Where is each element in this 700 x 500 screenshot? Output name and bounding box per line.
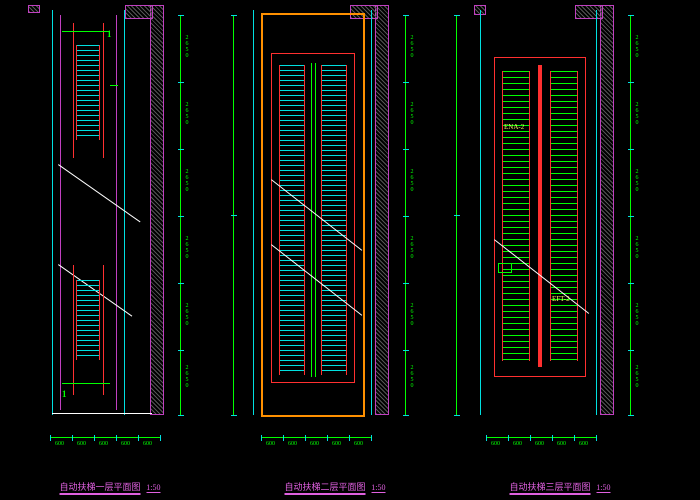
dim-label: 600	[535, 441, 544, 447]
dimension-row-bottom	[261, 437, 371, 457]
wall-left-stub	[28, 5, 40, 13]
wall-outer-right	[600, 5, 614, 415]
center-rail	[315, 63, 316, 377]
dim-label: 600	[77, 441, 86, 447]
section-line	[62, 383, 110, 384]
escalator-treads-upper	[76, 45, 100, 140]
section-line	[110, 85, 118, 86]
guideline	[253, 10, 254, 415]
dim-label: 2650	[409, 35, 415, 59]
dim-label: 2650	[184, 303, 190, 327]
escalator-treads-left	[279, 65, 305, 375]
dim-label: 2650	[409, 303, 415, 327]
wall-outer-cap	[125, 5, 153, 19]
center-rail	[311, 63, 312, 377]
dim-label: 2650	[184, 35, 190, 59]
guideline	[371, 10, 372, 415]
dim-label: 2650	[184, 102, 190, 126]
dim-label: 600	[143, 441, 152, 447]
escalator-rail	[73, 23, 74, 158]
title-scale: 1:50	[146, 483, 160, 493]
dim-label: 600	[354, 441, 363, 447]
dim-label: 2650	[634, 365, 640, 389]
section-line	[62, 31, 110, 32]
shaft-edge	[60, 15, 61, 410]
dimension-column-right	[180, 15, 192, 415]
dimension-column-right	[630, 15, 642, 415]
dim-label: 600	[99, 441, 108, 447]
drawing-title: 自动扶梯二层平面图 1:50	[285, 480, 386, 493]
shaft-edge	[116, 15, 117, 410]
dim-label: 600	[288, 441, 297, 447]
dim-label: 600	[266, 441, 275, 447]
break-line	[58, 164, 140, 222]
drawing-title: 自动扶梯三层平面图 1:50	[510, 480, 611, 493]
dim-label: 2650	[409, 236, 415, 260]
dim-label: 600	[121, 441, 130, 447]
dimension-row-bottom	[486, 437, 596, 457]
wall-outer-right	[375, 5, 389, 415]
dim-label: 600	[491, 441, 500, 447]
plan-floor1: 1 1 2650 2650 2650 2650 2650 2650	[0, 5, 220, 495]
center-spine	[538, 65, 542, 367]
guideline	[480, 10, 481, 415]
escalator-rail	[103, 23, 104, 158]
dim-label: 2650	[184, 365, 190, 389]
escalator-treads-right	[550, 71, 578, 361]
guideline	[52, 10, 53, 415]
title-text: 自动扶梯三层平面图	[510, 482, 591, 495]
dim-label: 2650	[634, 35, 640, 59]
closure-line	[52, 413, 152, 414]
escalator-rail	[103, 265, 104, 395]
wall-outer-cap	[575, 5, 603, 19]
dimension-column-left	[456, 15, 468, 415]
title-scale: 1:50	[371, 483, 385, 493]
cad-viewport[interactable]: 1 1 2650 2650 2650 2650 2650 2650	[0, 0, 700, 500]
dim-label: 600	[332, 441, 341, 447]
dim-label: 600	[557, 441, 566, 447]
dim-label: 2650	[184, 236, 190, 260]
escalator-treads-left	[502, 71, 530, 361]
dim-label: 2650	[409, 102, 415, 126]
dim-label: 600	[579, 441, 588, 447]
plan-floor3: ENA-2 EFT-2 2650 2650 2650 2650 2650 265…	[450, 5, 670, 495]
guideline	[596, 10, 597, 415]
title-scale: 1:50	[596, 483, 610, 493]
equipment-label-a: ENA-2	[504, 123, 524, 131]
escalator-rail	[73, 265, 74, 395]
section-mark-bottom: 1	[62, 389, 67, 399]
dimension-row-bottom	[50, 437, 160, 457]
dimension-column-right	[405, 15, 417, 415]
wall-outer-right	[150, 5, 164, 415]
dim-label: 2650	[409, 169, 415, 193]
escalator-treads-lower	[76, 280, 100, 360]
dim-label: 2650	[184, 169, 190, 193]
title-text: 自动扶梯一层平面图	[60, 482, 141, 495]
dim-label: 2650	[634, 102, 640, 126]
dim-label: 600	[55, 441, 64, 447]
dim-label: 2650	[634, 303, 640, 327]
dim-label: 2650	[634, 169, 640, 193]
equipment-label-b: EFT-2	[552, 295, 570, 303]
dim-label: 2650	[409, 365, 415, 389]
marker-box	[498, 263, 512, 273]
plan-floor2: 2650 2650 2650 2650 2650 2650 600 600 60…	[225, 5, 445, 495]
dim-label: 600	[513, 441, 522, 447]
dimension-column-left	[233, 15, 245, 415]
dim-label: 2650	[634, 236, 640, 260]
title-text: 自动扶梯二层平面图	[285, 482, 366, 495]
drawing-title: 自动扶梯一层平面图 1:50	[60, 480, 161, 493]
dim-label: 600	[310, 441, 319, 447]
